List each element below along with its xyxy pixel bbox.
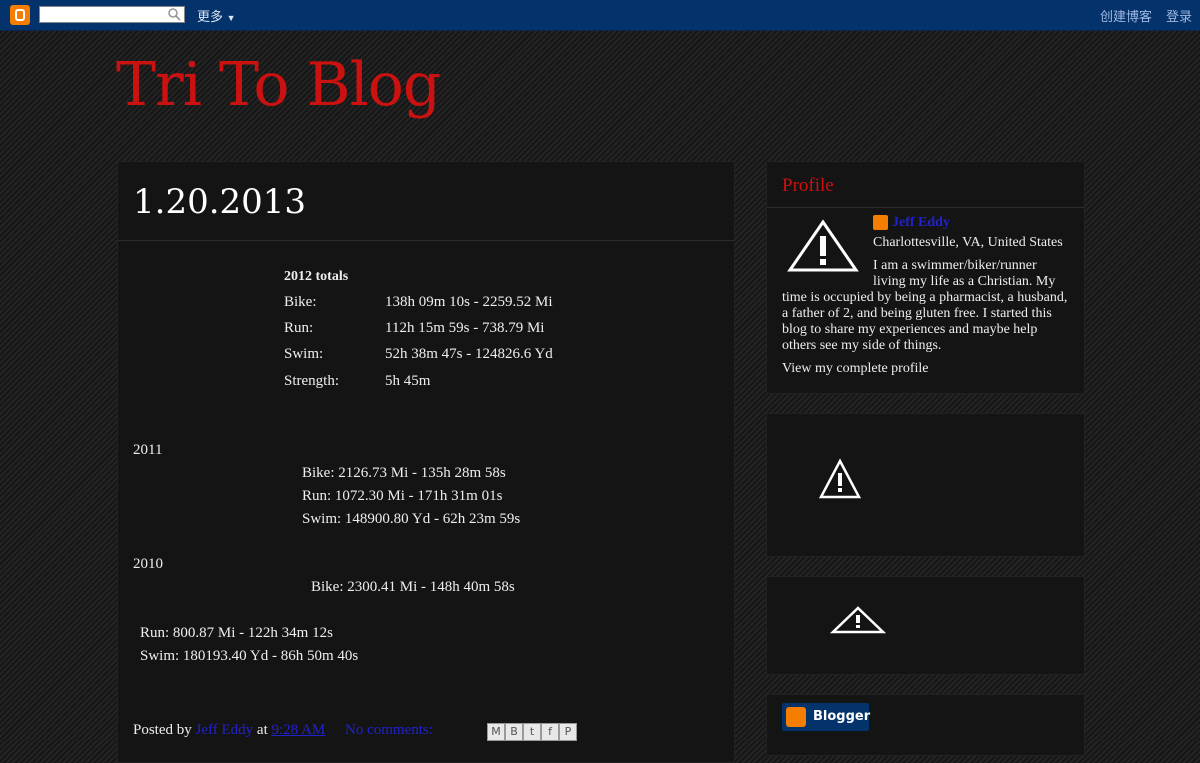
totals-value: 5h 45m [385, 373, 431, 389]
blog-title[interactable]: Tri To Blog [116, 50, 441, 120]
year-2010-line: Bike: 2300.41 Mi - 148h 40m 58s [311, 579, 515, 595]
year-2011-line: Run: 1072.30 Mi - 171h 31m 01s [302, 488, 503, 504]
post-time-link[interactable]: 9:28 AM [271, 722, 325, 738]
post: 1.20.2013 2012 totals Bike: 138h 09m 10s… [117, 161, 735, 763]
email-share-icon[interactable]: M [487, 723, 505, 741]
totals-2012-heading: 2012 totals [284, 269, 349, 284]
blogger-badge-button[interactable]: Blogger [782, 703, 871, 731]
pinterest-share-icon[interactable]: P [559, 723, 577, 741]
author-link[interactable]: Jeff Eddy [196, 722, 254, 738]
profile-location: Charlottesville, VA, United States [873, 235, 1063, 250]
image-widget [766, 413, 1085, 557]
widget-divider [767, 207, 1084, 208]
profile-widget-title: Profile [782, 175, 834, 196]
broken-image-warning-icon[interactable] [787, 218, 859, 274]
post-footer: Posted by Jeff Eddy at 9:28 AM No commen… [133, 722, 433, 739]
facebook-share-icon[interactable]: f [541, 723, 559, 741]
profile-bio-line: blog to share my experiences and maybe h… [782, 322, 1038, 337]
create-blog-link[interactable]: 创建博客 [1100, 6, 1152, 25]
profile-bio-line: a father of 2, and being gluten free. I … [782, 306, 1052, 321]
blogger-logo-icon[interactable] [10, 5, 30, 25]
totals-value: 52h 38m 47s - 124826.6 Yd [385, 346, 553, 362]
more-menu[interactable]: 更多 ▼ [197, 6, 236, 25]
post-title[interactable]: 1.20.2013 [133, 182, 306, 222]
blogger-badge-widget: Blogger [766, 694, 1085, 756]
blogger-logo-icon [786, 707, 806, 727]
totals-label: Bike: [284, 294, 317, 310]
search-input[interactable] [39, 6, 185, 23]
profile-bio-line: time is occupied by being a pharmacist, … [782, 290, 1068, 305]
search-icon[interactable] [168, 8, 181, 21]
posted-by-label: Posted by [133, 722, 192, 738]
year-2010-heading: 2010 [133, 556, 163, 572]
profile-name-link[interactable]: Jeff Eddy [892, 215, 950, 230]
more-menu-label: 更多 [197, 9, 224, 24]
broken-image-warning-icon[interactable] [819, 458, 861, 500]
chevron-down-icon: ▼ [226, 13, 236, 23]
login-link[interactable]: 登录 [1166, 6, 1192, 25]
blogger-badge-label: Blogger [813, 709, 871, 724]
totals-label: Swim: [284, 346, 324, 362]
totals-value: 138h 09m 10s - 2259.52 Mi [385, 294, 553, 310]
profile-widget: Profile Jeff Eddy Charlottesville, VA, U… [766, 161, 1085, 394]
top-navbar: 更多 ▼ 创建博客 登录 [0, 0, 1200, 31]
post-header: 1.20.2013 [118, 162, 734, 241]
profile-bio-line: others see my side of things. [782, 338, 942, 353]
year-2011-line: Swim: 148900.80 Yd - 62h 23m 59s [302, 511, 521, 527]
year-2011-line: Bike: 2126.73 Mi - 135h 28m 58s [302, 465, 506, 481]
blogger-small-icon [873, 215, 888, 230]
profile-bio-line: living my life as a Christian. My [873, 274, 1056, 289]
year-2010-line: Run: 800.87 Mi - 122h 34m 12s [140, 625, 333, 641]
twitter-share-icon[interactable]: t [523, 723, 541, 741]
totals-value: 112h 15m 59s - 738.79 Mi [385, 320, 545, 336]
year-2011-heading: 2011 [133, 442, 163, 458]
image-widget [766, 576, 1085, 675]
comments-link[interactable]: No comments: [345, 722, 433, 738]
totals-label: Run: [284, 320, 314, 336]
view-profile-link[interactable]: View my complete profile [782, 361, 929, 377]
broken-image-warning-icon[interactable] [830, 605, 886, 635]
blogthis-share-icon[interactable]: B [505, 723, 523, 741]
year-2010-line: Swim: 180193.40 Yd - 86h 50m 40s [140, 648, 359, 664]
profile-bio-line: I am a swimmer/biker/runner [873, 258, 1037, 273]
totals-label: Strength: [284, 373, 339, 389]
at-label: at [256, 722, 268, 738]
